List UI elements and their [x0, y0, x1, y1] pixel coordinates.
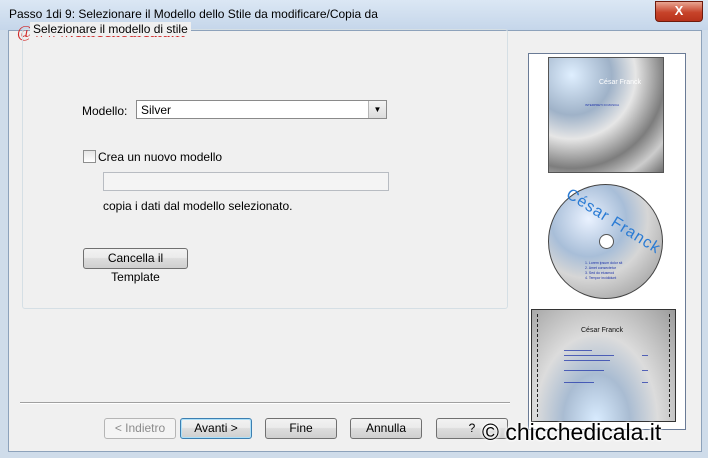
back-preview-line	[642, 370, 648, 371]
finish-button[interactable]: Fine	[265, 418, 337, 439]
new-model-checkbox-label[interactable]: Crea un nuovo modello	[98, 150, 222, 164]
next-button[interactable]: Avanti >	[180, 418, 252, 439]
back-preview-title: César Franck	[581, 327, 624, 334]
cd-preview-line: 4. Tempor incididunt	[585, 276, 617, 280]
cd-preview-line: 3. Sed do eiusmod	[585, 271, 615, 275]
back-preview-line	[564, 350, 592, 351]
cancel-button[interactable]: Annulla	[350, 418, 422, 439]
window-title: Passo 1di 9: Selezionare il Modello dell…	[9, 7, 378, 21]
cd-preview-line: 2. Amet consectetur	[585, 266, 616, 270]
back-preview-line	[564, 370, 604, 371]
back-preview-line	[642, 355, 648, 356]
cover-preview-title: César Franck	[599, 79, 642, 86]
cd-label-preview-thumbnail[interactable]: César Franck 1. Lorem ipsum dolor sit 2.…	[548, 184, 664, 299]
footer-separator	[20, 402, 510, 404]
back-preview-line	[642, 382, 648, 383]
model-label: Modello:	[82, 104, 128, 118]
new-model-checkbox[interactable]	[83, 150, 96, 163]
model-select-value: Silver	[141, 103, 172, 117]
watermark-bottom: © chicchedicala.it	[482, 419, 662, 445]
cover-preview-thumbnail[interactable]: César Franck INTERPRETI DI MUSICA	[548, 57, 664, 173]
back-cover-preview-thumbnail[interactable]: César Franck	[531, 309, 676, 422]
back-button[interactable]: < Indietro	[104, 418, 176, 439]
back-preview-line	[564, 382, 594, 383]
new-model-name-field[interactable]	[103, 172, 389, 191]
model-select[interactable]: Silver ▼	[136, 100, 387, 119]
copy-hint-text: copia i dati dal modello selezionato.	[103, 199, 293, 213]
cd-preview-line: 1. Lorem ipsum dolor sit	[585, 261, 623, 265]
back-preview-line	[564, 355, 614, 356]
back-preview-line	[564, 360, 610, 361]
fold-line-right	[669, 314, 670, 417]
close-button[interactable]: X	[655, 1, 703, 22]
cd-hole-icon	[599, 234, 614, 249]
delete-template-button[interactable]: Cancella il Template	[83, 248, 188, 284]
style-group-legend: Selezionare il modello di stile	[30, 22, 191, 36]
cover-preview-subtitle: INTERPRETI DI MUSICA	[585, 103, 620, 107]
fold-line-left	[537, 314, 538, 417]
chevron-down-icon[interactable]: ▼	[368, 101, 386, 118]
